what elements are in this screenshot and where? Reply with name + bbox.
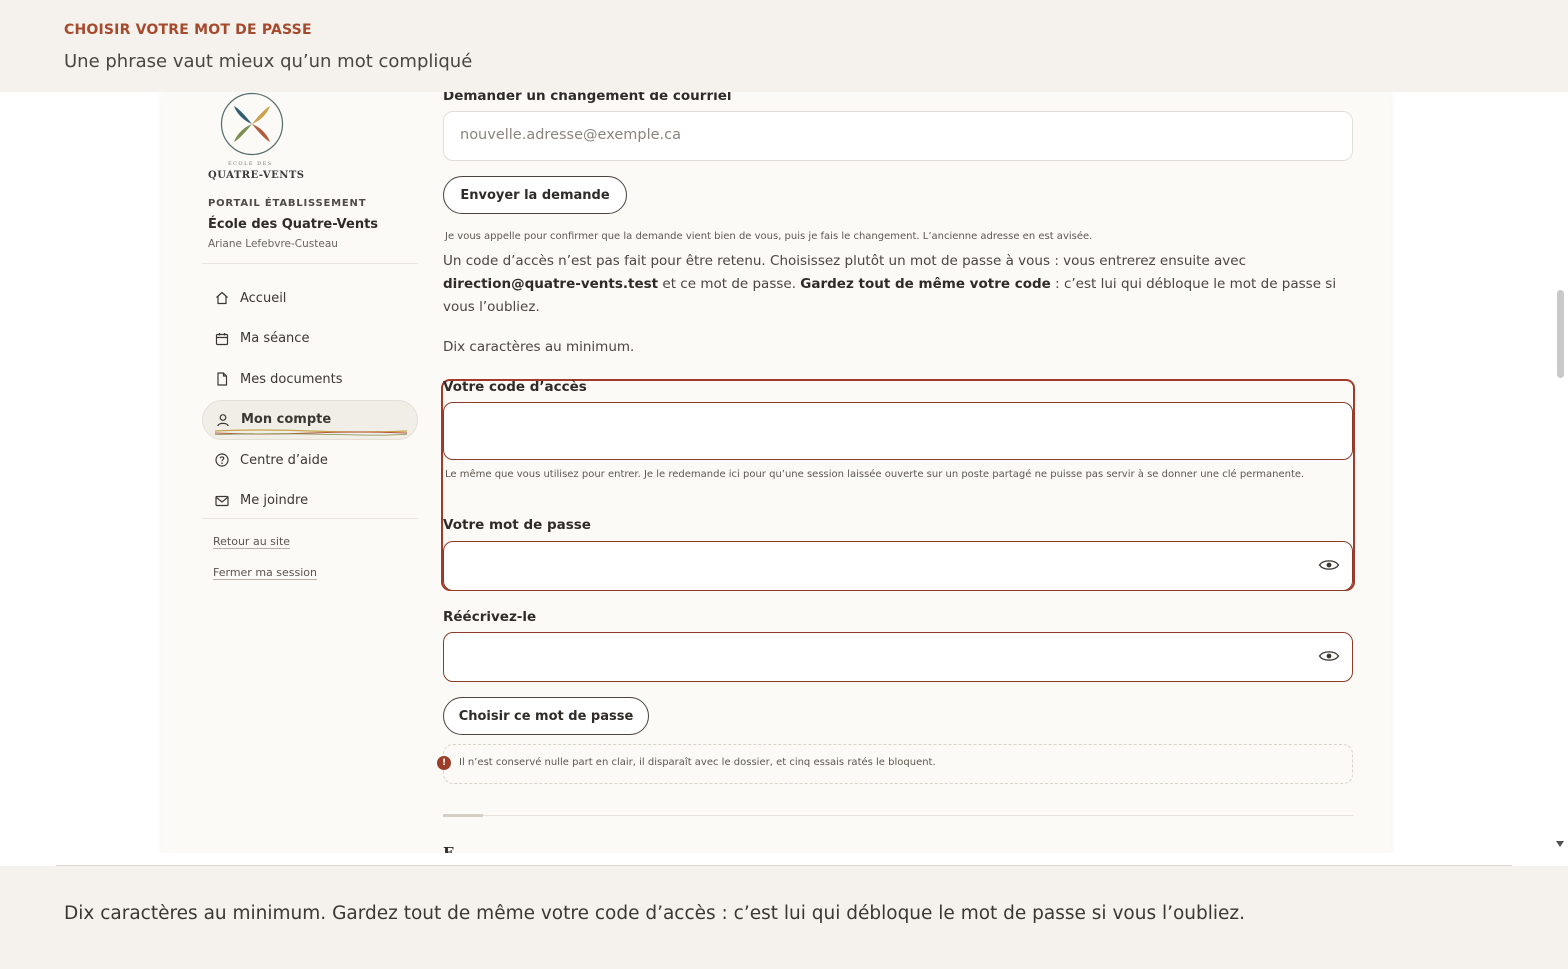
active-underline-decoration (215, 428, 407, 436)
school-logo (220, 92, 284, 156)
password-field[interactable] (443, 541, 1353, 591)
sidebar-item-label: Me joindre (240, 493, 309, 508)
screenshot-stage: ÉCOLE DES QUATRE-VENTS PORTAIL ÉTABLISSE… (0, 92, 1568, 853)
scrollbar-thumb[interactable] (1557, 290, 1564, 378)
sidebar-item-label: Mon compte (241, 412, 332, 427)
sidebar-item-accueil[interactable]: Accueil (202, 278, 418, 318)
access-code-field[interactable] (443, 402, 1353, 460)
back-to-site-link[interactable]: Retour au site (213, 535, 290, 548)
logo-small-text: ÉCOLE DES (228, 161, 273, 167)
section-divider-accent (443, 814, 483, 817)
email-change-hint: Je vous appelle pour confirmer que la de… (445, 231, 1093, 242)
password-label: Votre mot de passe (443, 517, 591, 533)
header-kicker: CHOISIR VOTRE MOT DE PASSE (64, 22, 312, 38)
password-intro: Un code d’accès n’est pas fait pour être… (443, 250, 1353, 319)
email-change-label: Demander un changement de courriel (443, 92, 732, 104)
code-label: Votre code d’accès (443, 379, 587, 395)
login-email: direction@quatre-vents.test (443, 276, 659, 292)
security-note-text: Il n’est conservé nulle part en clair, i… (459, 757, 936, 768)
sidebar-item-seance[interactable]: Ma séance (202, 319, 418, 359)
user-name: Ariane Lefebvre-Custeau (208, 238, 338, 250)
new-email-placeholder: nouvelle.adresse@exemple.ca (460, 127, 681, 143)
document-icon (217, 372, 228, 386)
school-name: École des Quatre-Vents (208, 217, 379, 232)
send-request-button[interactable]: Envoyer la demande (443, 176, 627, 214)
show-password-eye-icon[interactable] (1318, 557, 1340, 573)
logo-name: QUATRE-VENTS (208, 170, 305, 181)
home-icon (216, 291, 228, 305)
min-chars-text: Dix caractères au minimum. (443, 339, 635, 355)
mail-icon (215, 495, 229, 506)
sidebar-item-aide[interactable]: Centre d’aide (202, 440, 418, 480)
portal-card: ÉCOLE DES QUATRE-VENTS PORTAIL ÉTABLISSE… (162, 92, 1391, 853)
warning-icon: ! (437, 756, 451, 770)
sidebar-item-label: Accueil (240, 290, 287, 306)
header-title: Une phrase vaut mieux qu’un mot compliqu… (64, 51, 473, 72)
scroll-down-arrow-icon[interactable] (1556, 841, 1564, 847)
sidebar-item-label: Ma séance (240, 331, 310, 346)
intro-text: Un code d’accès n’est pas fait pour être… (443, 253, 1247, 269)
security-note: ! Il n’est conservé nulle part en clair,… (437, 744, 1353, 784)
help-icon (215, 453, 229, 467)
next-section-heading: F (443, 844, 454, 853)
new-email-field[interactable]: nouvelle.adresse@exemple.ca (443, 111, 1353, 161)
sidebar-item-compte[interactable]: Mon compte (202, 399, 418, 440)
repeat-label: Réécrivez-le (443, 609, 537, 625)
header-band: CHOISIR VOTRE MOT DE PASSE Une phrase va… (0, 0, 1568, 92)
section-divider (443, 815, 1353, 816)
user-icon (217, 413, 229, 426)
show-repeat-eye-icon[interactable] (1318, 648, 1340, 664)
intro-text: et ce mot de passe. (658, 276, 801, 292)
code-hint: Le même que vous utilisez pour entrer. J… (445, 469, 1305, 480)
sidebar-item-label: Mes documents (240, 371, 343, 387)
sidebar-nav: Accueil Ma séance Mes documents Mon comp… (202, 278, 418, 521)
choose-password-button[interactable]: Choisir ce mot de passe (443, 697, 649, 735)
caption-text: Dix caractères au minimum. Gardez tout d… (64, 903, 1246, 924)
sidebar-item-label: Centre d’aide (240, 452, 328, 468)
sidebar-item-documents[interactable]: Mes documents (202, 359, 418, 399)
repeat-password-field[interactable] (443, 632, 1353, 682)
sidebar-divider (202, 263, 418, 264)
logout-link[interactable]: Fermer ma session (213, 566, 317, 579)
calendar-icon (215, 332, 229, 345)
portal-kicker: PORTAIL ÉTABLISSEMENT (208, 198, 367, 209)
sidebar-item-joindre[interactable]: Me joindre (202, 481, 418, 521)
keep-code-emphasis: Gardez tout de même votre code (800, 276, 1051, 292)
sidebar-divider (202, 518, 418, 519)
